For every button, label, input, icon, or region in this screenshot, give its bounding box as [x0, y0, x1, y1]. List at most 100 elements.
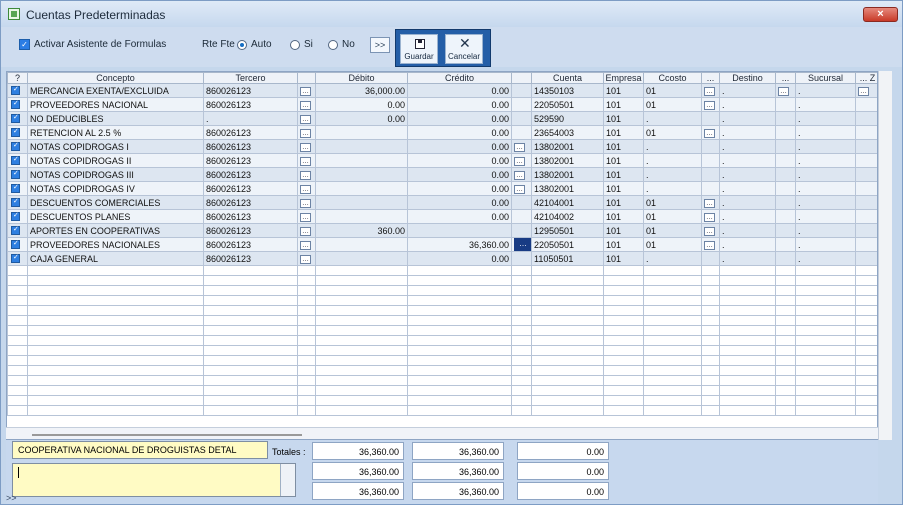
- tercero-cell[interactable]: 860026123: [203, 195, 298, 210]
- ccosto-picker[interactable]: …: [701, 209, 720, 224]
- empresa-cell[interactable]: 101: [603, 97, 644, 112]
- concepto-cell[interactable]: APORTES EN COOPERATIVAS: [27, 223, 204, 238]
- row-checkbox-cell[interactable]: [7, 111, 28, 126]
- row-checkbox[interactable]: [11, 253, 20, 263]
- tercero-cell[interactable]: 860026123: [203, 97, 298, 112]
- empresa-cell[interactable]: 101: [603, 139, 644, 154]
- credito-cell[interactable]: 0.00: [407, 251, 512, 266]
- destino-cell[interactable]: .: [719, 251, 776, 266]
- sucursal-picker[interactable]: [855, 97, 877, 112]
- tercero-picker-button[interactable]: …: [300, 129, 311, 138]
- sucursal-picker[interactable]: [855, 209, 877, 224]
- credito-picker-button[interactable]: …: [514, 143, 525, 152]
- sucursal-picker-button[interactable]: …: [858, 87, 869, 96]
- tercero-cell[interactable]: .: [203, 111, 298, 126]
- sucursal-picker[interactable]: [855, 237, 877, 252]
- credito-picker[interactable]: [511, 125, 532, 140]
- credito-picker[interactable]: …: [511, 237, 532, 252]
- credito-picker[interactable]: …: [511, 153, 532, 168]
- row-checkbox-cell[interactable]: [7, 251, 28, 266]
- credito-cell[interactable]: 0.00: [407, 139, 512, 154]
- row-checkbox-cell[interactable]: [7, 125, 28, 140]
- empresa-cell[interactable]: 101: [603, 153, 644, 168]
- debito-cell[interactable]: [315, 181, 408, 196]
- concepto-cell[interactable]: NOTAS COPIDROGAS I: [27, 139, 204, 154]
- sucursal-picker[interactable]: …: [855, 83, 877, 98]
- credito-picker[interactable]: …: [511, 181, 532, 196]
- tercero-picker-button[interactable]: …: [300, 199, 311, 208]
- sucursal-cell[interactable]: .: [795, 223, 856, 238]
- row-checkbox[interactable]: [11, 85, 20, 95]
- cuenta-cell[interactable]: 529590: [531, 111, 604, 126]
- tercero-picker-button[interactable]: …: [300, 101, 311, 110]
- tercero-picker[interactable]: …: [297, 223, 316, 238]
- ccosto-picker-button[interactable]: …: [704, 87, 715, 96]
- destino-picker[interactable]: [775, 251, 796, 266]
- cuenta-cell[interactable]: 13802001: [531, 153, 604, 168]
- tercero-cell[interactable]: 860026123: [203, 139, 298, 154]
- header-empresa[interactable]: Empresa: [603, 72, 644, 84]
- ccosto-picker-button[interactable]: …: [704, 241, 715, 250]
- tercero-picker-button[interactable]: …: [300, 255, 311, 264]
- ccosto-cell[interactable]: .: [643, 181, 702, 196]
- concepto-cell[interactable]: DESCUENTOS PLANES: [27, 209, 204, 224]
- credito-picker[interactable]: …: [511, 167, 532, 182]
- cuenta-cell[interactable]: 13802001: [531, 167, 604, 182]
- memo-scrollbar[interactable]: [280, 464, 295, 496]
- destino-picker[interactable]: [775, 167, 796, 182]
- debito-cell[interactable]: [315, 209, 408, 224]
- sucursal-picker[interactable]: [855, 139, 877, 154]
- close-button[interactable]: ×: [863, 7, 898, 22]
- ccosto-cell[interactable]: .: [643, 167, 702, 182]
- empresa-cell[interactable]: 101: [603, 223, 644, 238]
- destino-picker[interactable]: [775, 209, 796, 224]
- vertical-scrollbar[interactable]: [878, 71, 892, 440]
- destino-picker[interactable]: [775, 97, 796, 112]
- destino-cell[interactable]: .: [719, 139, 776, 154]
- ccosto-picker[interactable]: [701, 167, 720, 182]
- concepto-cell[interactable]: RETENCION AL 2.5 %: [27, 125, 204, 140]
- header-check[interactable]: ?: [7, 72, 28, 84]
- ccosto-picker-button[interactable]: …: [704, 129, 715, 138]
- concepto-cell[interactable]: NO DEDUCIBLES: [27, 111, 204, 126]
- sucursal-cell[interactable]: .: [795, 195, 856, 210]
- concepto-cell[interactable]: NOTAS COPIDROGAS II: [27, 153, 204, 168]
- tercero-picker-button[interactable]: …: [300, 241, 311, 250]
- destino-cell[interactable]: .: [719, 83, 776, 98]
- debito-cell[interactable]: 0.00: [315, 97, 408, 112]
- debito-cell[interactable]: [315, 195, 408, 210]
- credito-cell[interactable]: 0.00: [407, 167, 512, 182]
- sucursal-picker[interactable]: [855, 195, 877, 210]
- destino-cell[interactable]: .: [719, 237, 776, 252]
- table-row[interactable]: NO DEDUCIBLES.…0.000.00529590101...: [7, 111, 877, 126]
- header-credito[interactable]: Crédito: [407, 72, 512, 84]
- destino-cell[interactable]: .: [719, 223, 776, 238]
- debito-cell[interactable]: [315, 139, 408, 154]
- sucursal-cell[interactable]: .: [795, 83, 856, 98]
- header-debito[interactable]: Débito: [315, 72, 408, 84]
- empresa-cell[interactable]: 101: [603, 111, 644, 126]
- ccosto-cell[interactable]: .: [643, 111, 702, 126]
- tercero-picker[interactable]: …: [297, 153, 316, 168]
- cuenta-cell[interactable]: 22050501: [531, 97, 604, 112]
- active-picker-button[interactable]: …: [514, 238, 531, 251]
- credito-cell[interactable]: 0.00: [407, 83, 512, 98]
- tercero-picker[interactable]: …: [297, 237, 316, 252]
- sucursal-picker[interactable]: [855, 181, 877, 196]
- tercero-picker-button[interactable]: …: [300, 157, 311, 166]
- table-row[interactable]: PROVEEDORES NACIONALES860026123…36,360.0…: [7, 237, 877, 252]
- row-checkbox-cell[interactable]: [7, 181, 28, 196]
- ccosto-picker[interactable]: [701, 111, 720, 126]
- credito-cell[interactable]: [407, 223, 512, 238]
- credito-picker-button[interactable]: …: [514, 157, 525, 166]
- tercero-cell[interactable]: 860026123: [203, 209, 298, 224]
- table-row[interactable]: APORTES EN COOPERATIVAS860026123…360.001…: [7, 223, 877, 238]
- horizontal-scrollbar[interactable]: [6, 427, 878, 439]
- tercero-picker-button[interactable]: …: [300, 171, 311, 180]
- credito-cell[interactable]: 0.00: [407, 153, 512, 168]
- ccosto-picker-button[interactable]: …: [704, 101, 715, 110]
- credito-picker[interactable]: [511, 83, 532, 98]
- more-options-button[interactable]: >>: [370, 37, 390, 53]
- sucursal-picker[interactable]: [855, 167, 877, 182]
- debito-cell[interactable]: 36,000.00: [315, 83, 408, 98]
